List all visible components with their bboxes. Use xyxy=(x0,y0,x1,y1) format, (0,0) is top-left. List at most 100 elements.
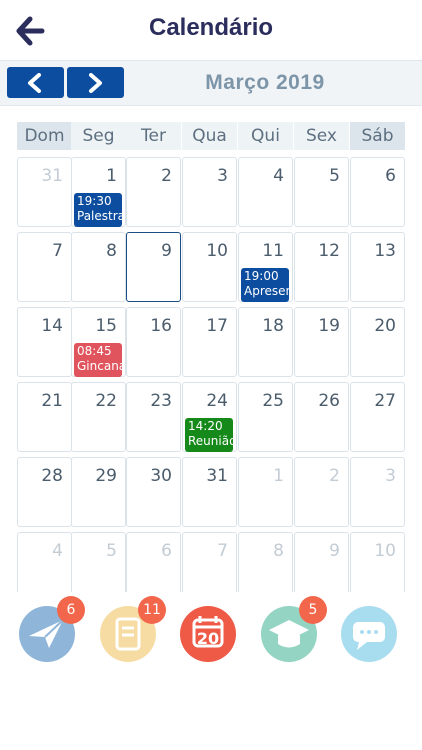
day-number: 15 xyxy=(95,316,117,336)
calendar-day-label: 20 xyxy=(196,629,220,648)
day-cell[interactable]: 30 xyxy=(126,457,181,527)
event-chip[interactable]: 14:20 Reunião xyxy=(185,418,233,452)
day-cell[interactable]: 5 xyxy=(294,157,349,227)
day-cell[interactable]: 3 xyxy=(182,157,237,227)
day-number: 13 xyxy=(374,241,396,261)
day-cell[interactable]: 1 xyxy=(238,457,293,527)
day-number: 3 xyxy=(217,166,228,186)
weekday-header: Sex xyxy=(294,122,349,150)
day-number: 28 xyxy=(41,466,63,486)
day-cell[interactable]: 20 xyxy=(350,307,405,377)
day-number: 7 xyxy=(52,241,63,261)
day-number: 27 xyxy=(374,391,396,411)
day-number: 4 xyxy=(52,541,63,561)
chevron-right-icon xyxy=(89,73,102,93)
day-number: 24 xyxy=(206,391,228,411)
day-cell[interactable]: 31 xyxy=(182,457,237,527)
weekday-header: Qui xyxy=(238,122,293,150)
chat-bubble-icon xyxy=(341,606,397,666)
notification-badge: 5 xyxy=(299,596,327,624)
day-cell[interactable]: 3 xyxy=(350,457,405,527)
weekday-header: Qua xyxy=(182,122,237,150)
day-cell[interactable]: 13 xyxy=(350,232,405,302)
day-number: 6 xyxy=(161,541,172,561)
day-number: 31 xyxy=(206,466,228,486)
day-number: 10 xyxy=(374,541,396,561)
event-title: Apresen xyxy=(244,284,289,298)
day-number: 10 xyxy=(206,241,228,261)
day-number: 25 xyxy=(262,391,284,411)
tab-education[interactable]: 5 xyxy=(261,596,327,662)
day-cell[interactable]: 7 xyxy=(17,232,72,302)
day-number: 5 xyxy=(106,541,117,561)
day-number: 2 xyxy=(329,466,340,486)
day-cell[interactable]: 26 xyxy=(294,382,349,452)
day-cell[interactable]: 8 xyxy=(71,232,126,302)
day-cell[interactable]: 18 xyxy=(238,307,293,377)
day-number: 1 xyxy=(106,166,117,186)
day-cell[interactable]: 14 xyxy=(17,307,72,377)
event-time: 19:00 xyxy=(244,269,279,283)
day-cell[interactable]: 1 19:30 Palestra xyxy=(71,157,126,227)
day-cell[interactable]: 31 xyxy=(17,157,72,227)
day-number: 16 xyxy=(150,316,172,336)
day-cell[interactable]: 4 xyxy=(238,157,293,227)
day-number: 1 xyxy=(273,466,284,486)
day-cell[interactable]: 6 xyxy=(350,157,405,227)
day-cell[interactable]: 2 xyxy=(294,457,349,527)
day-number: 8 xyxy=(273,541,284,561)
weekday-header: Seg xyxy=(71,122,126,150)
tab-notebook[interactable]: 11 xyxy=(100,596,166,662)
day-cell[interactable]: 29 xyxy=(71,457,126,527)
day-number: 6 xyxy=(385,166,396,186)
day-cell[interactable]: 15 08:45 Gincana xyxy=(71,307,126,377)
day-cell[interactable]: 27 xyxy=(350,382,405,452)
weekday-header: Dom xyxy=(17,122,72,150)
event-chip[interactable]: 08:45 Gincana xyxy=(74,343,122,377)
day-number: 5 xyxy=(329,166,340,186)
day-number: 8 xyxy=(106,241,117,261)
day-number: 9 xyxy=(329,541,340,561)
event-time: 14:20 xyxy=(188,419,223,433)
bottom-tab-bar: 6 11 20 5 xyxy=(0,592,422,750)
next-month-button[interactable] xyxy=(67,67,124,98)
previous-month-button[interactable] xyxy=(7,67,64,98)
day-cell[interactable]: 2 xyxy=(126,157,181,227)
day-number: 31 xyxy=(41,166,63,186)
event-time: 19:30 xyxy=(77,194,112,208)
day-number: 22 xyxy=(95,391,117,411)
day-number: 12 xyxy=(318,241,340,261)
event-title: Reunião xyxy=(188,434,233,448)
event-chip[interactable]: 19:30 Palestra xyxy=(74,193,122,227)
notification-badge: 11 xyxy=(138,596,166,624)
day-cell[interactable]: 22 xyxy=(71,382,126,452)
tab-calendar[interactable]: 20 xyxy=(180,606,236,662)
day-number: 3 xyxy=(385,466,396,486)
day-number: 17 xyxy=(206,316,228,336)
day-cell[interactable]: 16 xyxy=(126,307,181,377)
day-number: 4 xyxy=(273,166,284,186)
event-chip[interactable]: 19:00 Apresen xyxy=(241,268,289,302)
day-number: 11 xyxy=(262,241,284,261)
day-number: 2 xyxy=(161,166,172,186)
day-cell[interactable]: 19 xyxy=(294,307,349,377)
day-number: 7 xyxy=(217,541,228,561)
month-bar: Março 2019 xyxy=(0,61,422,106)
day-cell[interactable]: 28 xyxy=(17,457,72,527)
tab-chat[interactable] xyxy=(341,606,397,662)
day-cell[interactable]: 11 19:00 Apresen xyxy=(238,232,293,302)
tab-messages[interactable]: 6 xyxy=(19,596,85,662)
day-cell[interactable]: 23 xyxy=(126,382,181,452)
day-cell[interactable]: 10 xyxy=(182,232,237,302)
header: Calendário xyxy=(0,0,422,60)
day-cell[interactable]: 21 xyxy=(17,382,72,452)
page-title: Calendário xyxy=(148,14,274,41)
weekday-header: Sáb xyxy=(350,122,405,150)
day-cell[interactable]: 24 14:20 Reunião xyxy=(182,382,237,452)
calendar: Março 2019 Dom Seg Ter Qua Qui Sex Sáb 31 1 19:30… xyxy=(0,60,422,602)
day-cell[interactable]: 25 xyxy=(238,382,293,452)
day-cell[interactable]: 12 xyxy=(294,232,349,302)
day-cell-selected[interactable]: 9 xyxy=(126,232,181,302)
day-cell[interactable]: 17 xyxy=(182,307,237,377)
month-label: Março 2019 xyxy=(205,71,325,94)
